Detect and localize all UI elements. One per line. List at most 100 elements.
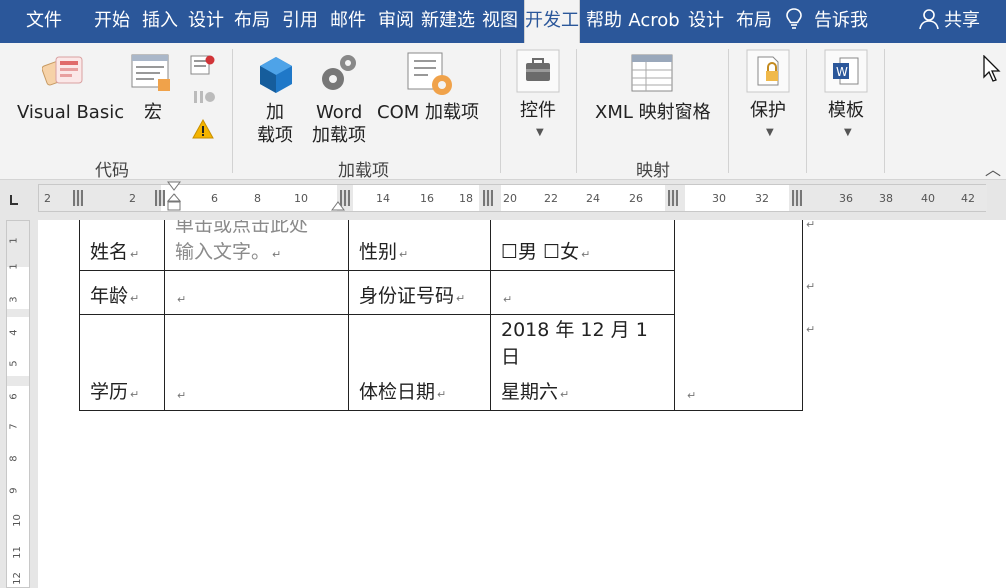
ruler-number: 16 bbox=[420, 192, 434, 205]
ruler-number: 36 bbox=[839, 192, 853, 205]
tab-new-group[interactable]: 新建选 bbox=[421, 0, 475, 43]
tab-table-layout[interactable]: 布局 bbox=[732, 0, 776, 43]
tab-acrobat[interactable]: Acrob bbox=[628, 0, 680, 43]
vruler-number: 5 bbox=[8, 360, 20, 367]
vruler-number: 7 bbox=[8, 423, 20, 430]
id-number-cell[interactable]: ↵ bbox=[490, 270, 675, 315]
column-marker[interactable] bbox=[155, 190, 165, 206]
tab-home[interactable]: 开始 bbox=[88, 0, 136, 43]
group-separator bbox=[576, 49, 577, 173]
paragraph-mark: ↵ bbox=[687, 389, 697, 402]
name-label: 姓名 bbox=[90, 241, 129, 263]
tab-view[interactable]: 视图 bbox=[478, 0, 522, 43]
com-addins-icon bbox=[407, 52, 452, 95]
tab-stop-selector-icon[interactable] bbox=[6, 191, 22, 207]
addins-label-line1: 加 bbox=[266, 102, 284, 123]
indent-marker-icon[interactable] bbox=[167, 181, 181, 215]
chevron-down-icon: ▼ bbox=[766, 127, 774, 138]
table-cell[interactable]: 年龄 ↵ bbox=[79, 270, 165, 315]
visual-basic-icon bbox=[42, 56, 83, 86]
education-label: 学历 bbox=[90, 381, 129, 403]
ruler-number: 6 bbox=[211, 192, 218, 205]
table-cell[interactable]: 身份证号码 ↵ bbox=[348, 270, 491, 315]
record-macro-icon[interactable] bbox=[190, 55, 216, 75]
paragraph-mark: ↵ bbox=[130, 248, 140, 261]
ruler-number: 14 bbox=[376, 192, 390, 205]
column-marker[interactable] bbox=[792, 190, 802, 206]
pause-recording-icon[interactable] bbox=[192, 89, 216, 105]
paragraph-mark: ↵ bbox=[399, 248, 409, 261]
tab-table-design[interactable]: 设计 bbox=[684, 0, 728, 43]
horizontal-ruler[interactable]: 2 2 4 6 8 10 12 14 16 18 20 22 24 26 28 … bbox=[38, 181, 987, 215]
group-label-addins: 加载项 bbox=[338, 161, 389, 181]
vertical-ruler[interactable]: 1 1 3 4 5 6 7 8 9 10 11 12 bbox=[6, 220, 30, 588]
gears-icon bbox=[322, 55, 356, 90]
macro-security-icon[interactable] bbox=[192, 119, 214, 139]
tab-help[interactable]: 帮助 bbox=[582, 0, 626, 43]
protect-document-icon bbox=[746, 49, 790, 93]
xml-mapping-label: XML 映射窗格 bbox=[595, 102, 711, 123]
ruler-margin-left bbox=[39, 185, 161, 211]
vruler-number: 8 bbox=[8, 455, 20, 462]
column-marker[interactable] bbox=[668, 190, 678, 206]
paragraph-mark: ↵ bbox=[130, 292, 140, 305]
table-cell[interactable]: 学历 ↵ bbox=[79, 314, 165, 411]
table-cell[interactable]: 姓名 ↵ bbox=[79, 220, 165, 271]
paragraph-mark: ↵ bbox=[581, 248, 591, 261]
ruler-number: 26 bbox=[629, 192, 643, 205]
tab-mailings[interactable]: 邮件 bbox=[326, 0, 370, 43]
tell-me-search[interactable]: 告诉我 bbox=[786, 0, 868, 43]
exam-date-picker[interactable]: 2018 年 12 月 1 日星期六 ↵ bbox=[490, 314, 675, 411]
name-content-control[interactable]: 单击或点击此处 输入文字。 ↵ bbox=[164, 220, 349, 271]
vruler-number: 6 bbox=[8, 393, 20, 400]
visual-basic-label: Visual Basic bbox=[17, 102, 125, 123]
templates-label: 模板 bbox=[828, 100, 864, 121]
education-cell[interactable]: ↵ bbox=[164, 314, 349, 411]
end-of-row-mark: ↵ bbox=[806, 220, 816, 231]
vruler-number: 1 bbox=[8, 237, 20, 244]
hanging-indent-icon[interactable] bbox=[331, 199, 345, 211]
mouse-cursor-icon bbox=[983, 55, 1001, 82]
group-separator bbox=[232, 49, 233, 173]
word-addins-label-line2: 加载项 bbox=[312, 125, 366, 146]
group-separator bbox=[728, 49, 729, 173]
table-cell[interactable]: 性别 ↵ bbox=[348, 220, 491, 271]
group-label-code: 代码 bbox=[95, 161, 129, 181]
ruler-number: 2 bbox=[44, 192, 51, 205]
column-marker[interactable] bbox=[73, 190, 83, 206]
tab-file[interactable]: 文件 bbox=[8, 0, 80, 43]
collapse-ribbon-icon[interactable]: ︿ bbox=[985, 156, 1001, 180]
table-cell[interactable]: 体检日期 ↵ bbox=[348, 314, 491, 411]
tab-layout[interactable]: 布局 bbox=[230, 0, 274, 43]
age-cell[interactable]: ↵ bbox=[164, 270, 349, 315]
tab-review[interactable]: 审阅 bbox=[374, 0, 418, 43]
lightbulb-icon bbox=[786, 8, 802, 29]
paragraph-mark: ↵ bbox=[437, 388, 447, 401]
tab-developer[interactable]: 开发工 bbox=[524, 0, 580, 43]
vruler-number: 1 bbox=[8, 263, 20, 270]
share-button[interactable]: 共享 bbox=[918, 0, 980, 43]
paragraph-mark: ↵ bbox=[177, 293, 187, 306]
svg-text:W: W bbox=[836, 65, 848, 79]
document-page[interactable]: 姓名 ↵ 单击或点击此处 输入文字。 ↵ 性别 ↵ ☐男 ☐女 ↵ ↵ 年龄 ↵ ↵ 身份证… bbox=[38, 220, 1006, 588]
controls-toolbox-icon bbox=[516, 49, 560, 93]
group-separator bbox=[500, 49, 501, 173]
tab-insert[interactable]: 插入 bbox=[138, 0, 182, 43]
photo-cell[interactable]: ↵ bbox=[674, 220, 803, 411]
vruler-number: 12 bbox=[11, 572, 23, 585]
xml-mapping-icon bbox=[631, 54, 673, 92]
gender-value: ☐男 ☐女 bbox=[501, 241, 580, 263]
com-addins-label: COM 加载项 bbox=[377, 102, 479, 123]
ruler-number: 20 bbox=[503, 192, 517, 205]
gender-checkboxes[interactable]: ☐男 ☐女 ↵ bbox=[490, 220, 675, 271]
tab-references[interactable]: 引用 bbox=[278, 0, 322, 43]
id-number-label: 身份证号码 bbox=[359, 285, 455, 307]
macros-icon bbox=[131, 54, 170, 91]
share-label: 共享 bbox=[944, 10, 980, 31]
tab-design[interactable]: 设计 bbox=[184, 0, 228, 43]
ruler-number: 42 bbox=[961, 192, 975, 205]
column-marker[interactable] bbox=[483, 190, 493, 206]
protect-label: 保护 bbox=[750, 100, 786, 121]
paragraph-mark: ↵ bbox=[272, 248, 282, 261]
word-addins-label-line1: Word bbox=[316, 102, 363, 123]
